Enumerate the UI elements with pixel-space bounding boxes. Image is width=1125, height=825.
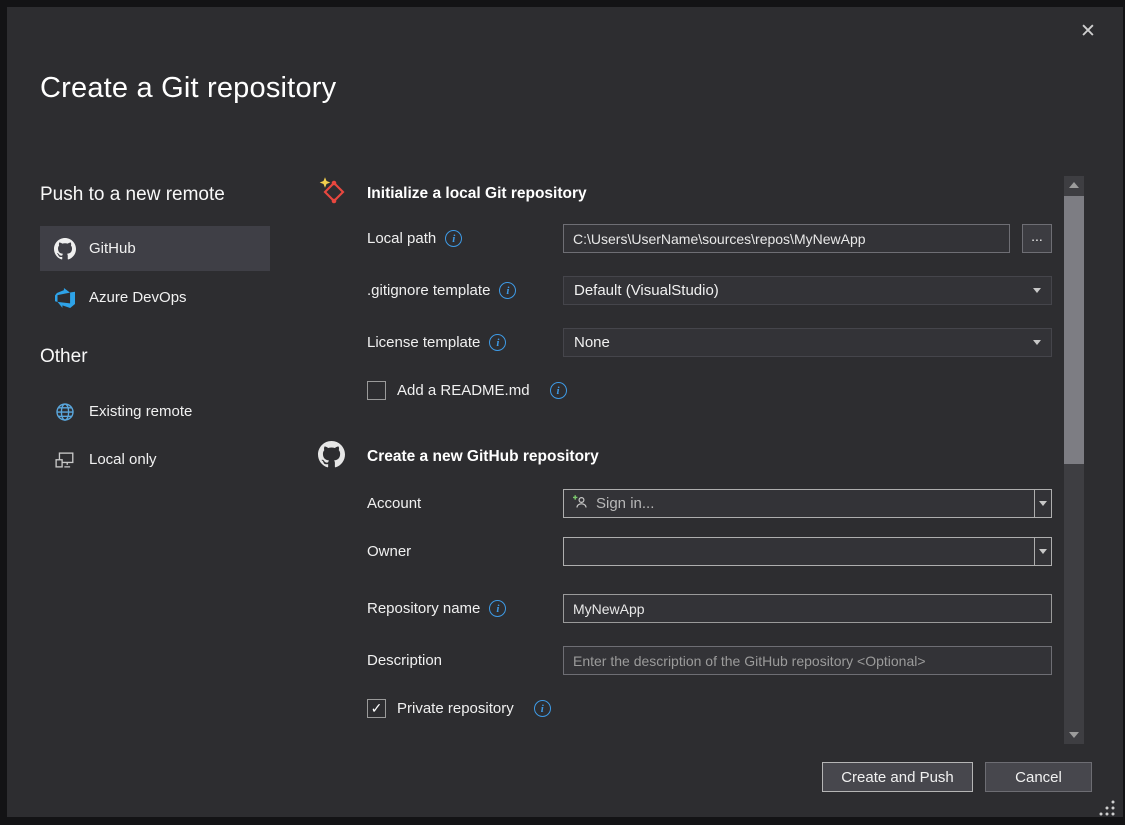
- github-icon: [54, 238, 76, 260]
- triangle-down: [1069, 732, 1079, 738]
- private-repository-checkbox[interactable]: ✓: [367, 699, 386, 718]
- account-combobox[interactable]: Sign in...: [563, 489, 1052, 518]
- dialog-title: Create a Git repository: [40, 72, 336, 105]
- window-edge: [0, 0, 7, 825]
- sidebar-item-existing-remote-label: Existing remote: [89, 403, 192, 420]
- sidebar-item-existing-remote[interactable]: Existing remote: [40, 389, 270, 434]
- gitignore-template-label: .gitignore template: [367, 282, 490, 299]
- gitignore-template-dropdown[interactable]: Default (VisualStudio): [563, 276, 1052, 305]
- repository-name-label-row: Repository name i: [367, 594, 506, 623]
- info-icon[interactable]: i: [489, 600, 506, 617]
- readme-checkbox-row: Add a README.md i: [367, 381, 567, 400]
- sidebar-item-local-only[interactable]: Local only: [40, 437, 270, 482]
- sidebar-item-github[interactable]: GitHub: [40, 226, 270, 271]
- description-label: Description: [367, 652, 442, 669]
- create-and-push-button[interactable]: Create and Push: [822, 762, 973, 792]
- window-edge: [0, 817, 1125, 825]
- account-label-row: Account: [367, 489, 421, 518]
- resize-grip[interactable]: [1096, 797, 1118, 824]
- globe-icon: [54, 402, 76, 422]
- window-edge: [0, 0, 1125, 7]
- gitignore-template-value: Default (VisualStudio): [574, 282, 1033, 299]
- license-label-row: License template i: [367, 328, 506, 357]
- private-checkbox-row: ✓ Private repository i: [367, 699, 551, 718]
- scroll-up-icon[interactable]: [1064, 176, 1084, 194]
- computer-icon: [54, 450, 76, 470]
- license-template-label: License template: [367, 334, 480, 351]
- azure-devops-icon: [54, 288, 76, 308]
- triangle-up: [1069, 182, 1079, 188]
- info-icon[interactable]: i: [550, 382, 567, 399]
- owner-label: Owner: [367, 543, 411, 560]
- github-section-icon: [318, 441, 345, 473]
- close-icon[interactable]: ✕: [1074, 18, 1102, 44]
- sidebar-heading-push-remote: Push to a new remote: [40, 184, 225, 206]
- sidebar-heading-other: Other: [40, 346, 88, 368]
- repository-name-input[interactable]: [563, 594, 1052, 623]
- sidebar-item-local-only-label: Local only: [89, 451, 157, 468]
- chevron-down-icon: [1039, 501, 1047, 506]
- chevron-down-icon: [1033, 340, 1041, 345]
- info-icon[interactable]: i: [499, 282, 516, 299]
- gitignore-label-row: .gitignore template i: [367, 276, 516, 305]
- info-icon[interactable]: i: [489, 334, 506, 351]
- info-icon[interactable]: i: [445, 230, 462, 247]
- add-readme-checkbox[interactable]: [367, 381, 386, 400]
- chevron-down-icon: [1033, 288, 1041, 293]
- account-value: Sign in...: [596, 495, 654, 512]
- add-readme-label: Add a README.md: [397, 382, 530, 399]
- account-label: Account: [367, 495, 421, 512]
- owner-dropdown-arrow[interactable]: [1034, 538, 1051, 565]
- github-section-heading: Create a new GitHub repository: [367, 448, 599, 466]
- info-icon[interactable]: i: [534, 700, 551, 717]
- repository-name-label: Repository name: [367, 600, 480, 617]
- scroll-down-icon[interactable]: [1064, 726, 1084, 744]
- sidebar-item-azure-devops[interactable]: Azure DevOps: [40, 275, 270, 320]
- private-repository-label: Private repository: [397, 700, 514, 717]
- license-template-value: None: [574, 334, 1033, 351]
- account-dropdown-arrow[interactable]: [1034, 490, 1051, 517]
- owner-combobox[interactable]: [563, 537, 1052, 566]
- license-template-dropdown[interactable]: None: [563, 328, 1052, 357]
- sign-in-icon: [572, 494, 588, 514]
- local-path-label: Local path: [367, 230, 436, 247]
- owner-label-row: Owner: [367, 537, 411, 566]
- vertical-scrollbar[interactable]: [1064, 176, 1084, 744]
- description-input[interactable]: [563, 646, 1052, 675]
- sidebar-item-azure-devops-label: Azure DevOps: [89, 289, 187, 306]
- local-path-input[interactable]: [563, 224, 1010, 253]
- new-repository-icon: [317, 176, 347, 211]
- sidebar-item-github-label: GitHub: [89, 240, 136, 257]
- init-section-heading: Initialize a local Git repository: [367, 185, 587, 203]
- scrollbar-thumb[interactable]: [1064, 196, 1084, 464]
- cancel-button[interactable]: Cancel: [985, 762, 1092, 792]
- description-label-row: Description: [367, 646, 442, 675]
- browse-button[interactable]: ...: [1022, 224, 1052, 253]
- local-path-label-row: Local path i: [367, 224, 462, 253]
- chevron-down-icon: [1039, 549, 1047, 554]
